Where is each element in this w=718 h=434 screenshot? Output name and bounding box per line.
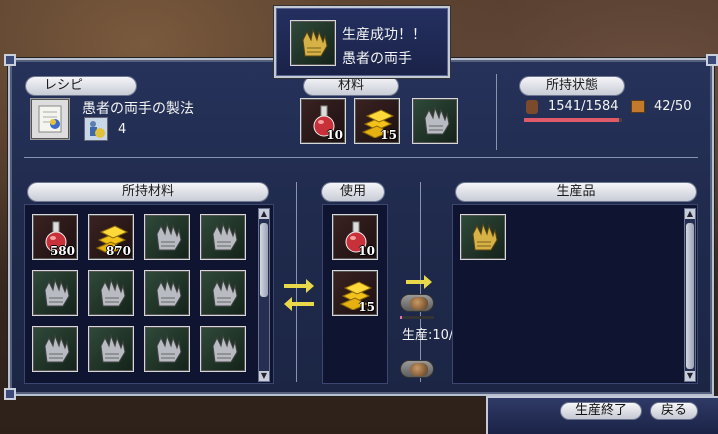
success-popup: 生産成功！！ 愚者の両手 (274, 6, 450, 78)
scroll-up-icon[interactable]: ▲ (685, 209, 695, 219)
item-count: 10 (326, 128, 343, 142)
products-scrollbar[interactable]: ▲ ▼ (684, 208, 696, 382)
owned-item-slot[interactable] (32, 270, 78, 316)
owned-materials-header: 所持材料 (28, 183, 268, 201)
use-slot-potion[interactable]: 10 (332, 214, 378, 260)
item-count: 15 (358, 300, 375, 314)
gauntlet-icon (100, 334, 126, 363)
gauntlet-icon (212, 278, 238, 307)
transfer-arrows-icon[interactable] (282, 276, 316, 312)
gauntlet-icon (44, 334, 70, 363)
owned-item-slot[interactable] (32, 326, 78, 372)
materials-header: 材料 (304, 77, 398, 95)
owned-item-slot[interactable] (88, 326, 134, 372)
gauntlet-icon (156, 222, 182, 251)
owned-item-slot[interactable]: 580 (32, 214, 78, 260)
cargo-box-icon (631, 100, 645, 113)
window-corner-ornament (706, 54, 718, 66)
divider (496, 74, 497, 150)
owned-item-slot[interactable] (144, 214, 190, 260)
production-progress-track (400, 316, 434, 319)
recipe-name: 愚者の両手の製法 (82, 101, 194, 117)
item-count: 870 (105, 244, 131, 258)
owned-item-slot[interactable]: 870 (88, 214, 134, 260)
gauntlet-icon (212, 334, 238, 363)
material-slot-gold[interactable]: 15 (354, 98, 400, 144)
recipe-header: レシピ (26, 77, 136, 95)
gauntlet-icon (424, 106, 450, 135)
weight-bar-fill (524, 118, 620, 122)
gauntlet-icon (44, 278, 70, 307)
produce-toggle-secondary[interactable] (400, 360, 434, 378)
owned-item-slot[interactable] (88, 270, 134, 316)
scroll-down-icon[interactable]: ▼ (259, 371, 269, 381)
owned-scrollbar[interactable]: ▲ ▼ (258, 208, 270, 382)
product-slot-gauntlet[interactable] (460, 214, 506, 260)
popup-title: 生産成功！！ (342, 27, 426, 43)
gauntlet-icon (156, 334, 182, 363)
item-count: 10 (358, 244, 375, 258)
recipe-skill-icon (84, 117, 108, 141)
owned-item-slot[interactable] (200, 326, 246, 372)
status-header: 所持状態 (520, 77, 624, 95)
back-button[interactable]: 戻る (650, 402, 698, 420)
products-header: 生産品 (456, 183, 696, 201)
owned-item-slot[interactable] (144, 326, 190, 372)
production-progress-fill (400, 316, 402, 319)
weight-sack-icon (526, 100, 538, 114)
recipe-book-icon[interactable] (30, 98, 70, 140)
popup-item-name: 愚者の両手 (342, 51, 412, 67)
gauntlet-icon (156, 278, 182, 307)
owned-item-slot[interactable] (200, 214, 246, 260)
scroll-down-icon[interactable]: ▼ (685, 371, 695, 381)
use-header: 使用 (322, 183, 384, 201)
window-corner-ornament (4, 388, 16, 400)
weight-bar-track (524, 118, 622, 122)
golden-gauntlet-icon (302, 28, 328, 57)
produce-arrow-icon[interactable] (404, 274, 434, 290)
divider (24, 157, 698, 158)
owned-item-slot[interactable] (144, 270, 190, 316)
gauntlet-icon (100, 278, 126, 307)
material-slot-gauntlet[interactable] (412, 98, 458, 144)
window-corner-ornament (4, 54, 16, 66)
produce-toggle[interactable] (400, 294, 434, 312)
gauntlet-icon (212, 222, 238, 251)
finish-production-button[interactable]: 生産終了 (560, 402, 642, 420)
item-count: 15 (380, 128, 397, 142)
produce-knob-icon (410, 363, 428, 376)
use-slot-gold[interactable]: 15 (332, 270, 378, 316)
owned-item-slot[interactable] (200, 270, 246, 316)
produce-knob-icon (410, 297, 428, 310)
scroll-thumb[interactable] (260, 223, 268, 297)
cargo-value: 42/50 (654, 99, 692, 114)
scroll-thumb[interactable] (686, 223, 694, 369)
recipe-level: 4 (118, 122, 127, 137)
scroll-up-icon[interactable]: ▲ (259, 209, 269, 219)
item-count: 580 (49, 244, 75, 258)
popup-item-slot (290, 20, 336, 66)
material-slot-potion[interactable]: 10 (300, 98, 346, 144)
golden-gauntlet-icon (472, 222, 498, 251)
weight-value: 1541/1584 (548, 99, 619, 114)
